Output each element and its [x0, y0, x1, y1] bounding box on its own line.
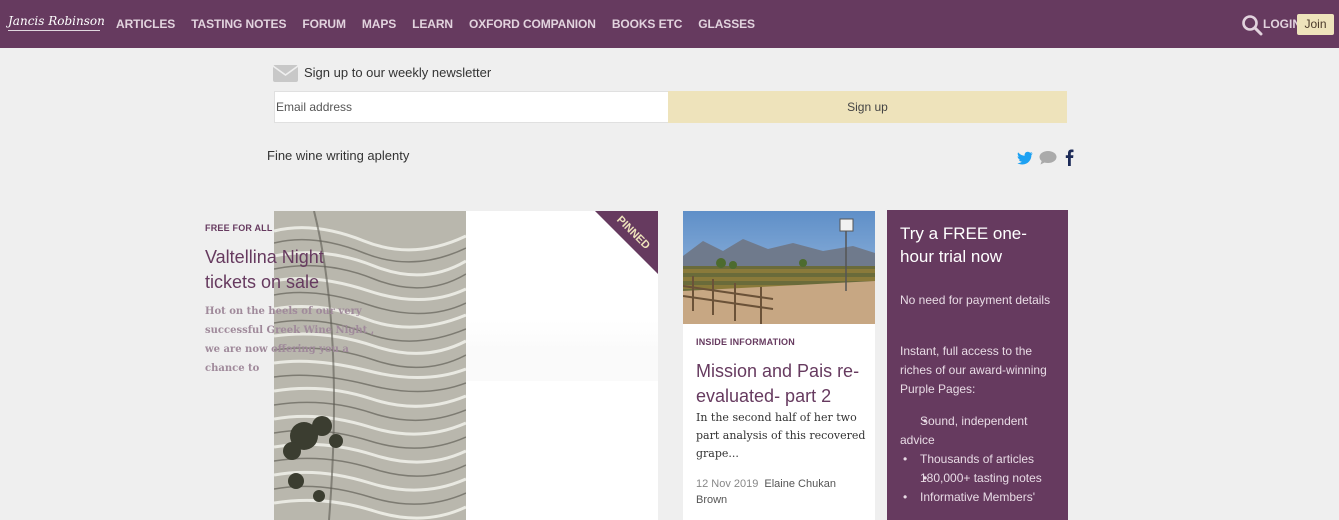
pinned-ribbon: PINNED	[595, 211, 658, 274]
list-item: 180,000+ tasting notes	[900, 469, 1064, 488]
nav-item-forum[interactable]: FORUM	[302, 17, 346, 31]
tagline: Fine wine writing aplenty	[267, 148, 410, 163]
trial-text-payment: No need for payment details	[900, 293, 1051, 307]
site-logo[interactable]: Jancis Robinson	[8, 14, 105, 28]
twitter-icon[interactable]	[1017, 151, 1033, 165]
search-icon[interactable]	[1241, 14, 1263, 36]
social-links	[1017, 149, 1074, 167]
article-meta: 12 Nov 2019 Elaine Chukan Brown	[696, 476, 866, 508]
nav-item-tasting-notes[interactable]: TASTING NOTES	[191, 17, 286, 31]
trial-benefits-list: Sound, independent advice Thousands of a…	[900, 412, 1064, 507]
list-item: Thousands of articles	[900, 450, 1064, 469]
comment-icon[interactable]	[1039, 151, 1057, 165]
article-title[interactable]: Valtellina Night tickets on sale	[205, 245, 375, 295]
nav-item-articles[interactable]: ARTICLES	[116, 17, 175, 31]
logo-underline	[8, 30, 100, 31]
list-item: Sound, independent advice	[900, 412, 1064, 450]
article-excerpt: In the second half of her two part analy…	[696, 411, 866, 460]
join-button[interactable]: Join	[1297, 14, 1334, 35]
article-excerpt: Hot on the heels of our very successful …	[205, 306, 375, 374]
free-trial-panel[interactable]: Try a FREE one-hour trial now No need fo…	[887, 210, 1068, 520]
facebook-icon[interactable]	[1065, 149, 1074, 167]
article-date: 12 Nov 2019	[696, 478, 759, 490]
vineyard-fence-image	[683, 211, 875, 324]
login-link[interactable]: LOGIN	[1263, 17, 1301, 31]
excerpt-fade	[466, 321, 658, 381]
email-field[interactable]	[274, 91, 669, 123]
list-item: Informative Members'	[900, 488, 1064, 507]
trial-text-access: Instant, full access to the riches of ou…	[900, 344, 1047, 396]
nav-item-books-etc[interactable]: BOOKS ETC	[612, 17, 683, 31]
mail-icon	[273, 65, 298, 82]
newsletter-title: Sign up to our weekly newsletter	[304, 65, 492, 80]
article-title[interactable]: Mission and Pais re-evaluated- part 2	[696, 359, 866, 409]
nav-item-maps[interactable]: MAPS	[362, 17, 396, 31]
nav-item-learn[interactable]: LEARN	[412, 17, 453, 31]
category-badge[interactable]: FREE FOR ALL	[205, 223, 273, 233]
nav-item-glasses[interactable]: GLASSES	[698, 17, 755, 31]
signup-button[interactable]: Sign up	[668, 91, 1067, 123]
nav-item-oxford-companion[interactable]: OXFORD COMPANION	[469, 17, 596, 31]
category-badge[interactable]: INSIDE INFORMATION	[696, 337, 795, 347]
main-nav: ARTICLES TASTING NOTES FORUM MAPS LEARN …	[108, 0, 763, 48]
trial-title[interactable]: Try a FREE one-hour trial now	[900, 222, 1060, 268]
top-navbar: Jancis Robinson ARTICLES TASTING NOTES F…	[0, 0, 1339, 48]
